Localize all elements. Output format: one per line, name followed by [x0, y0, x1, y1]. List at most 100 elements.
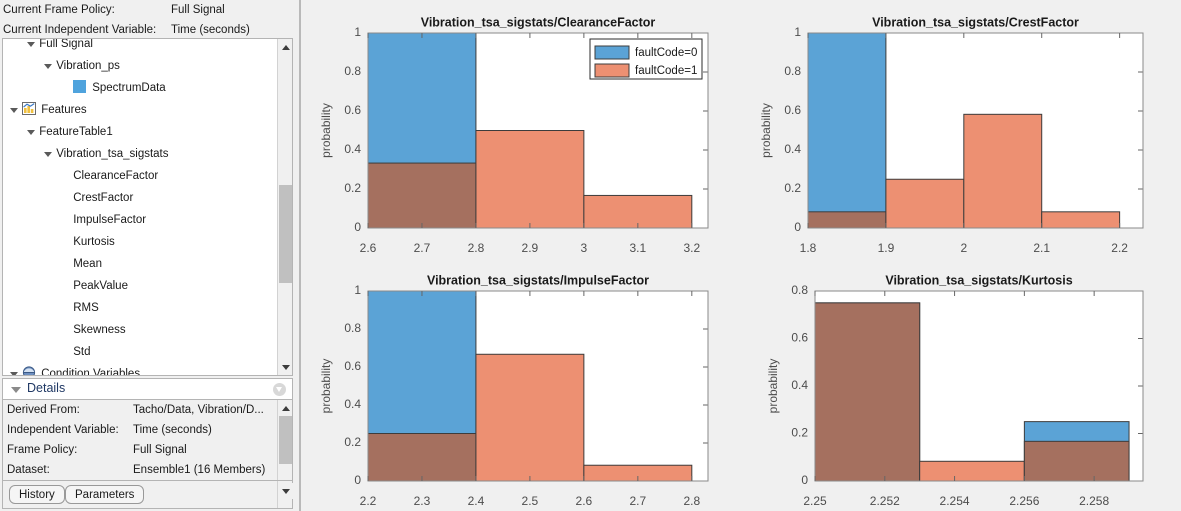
- tree-item-features[interactable]: Features: [3, 99, 278, 121]
- x-tick-label: 2: [960, 241, 967, 255]
- chart-title: Vibration_tsa_sigstats/ClearanceFactor: [421, 15, 656, 29]
- expand-triangle-icon[interactable]: [9, 363, 19, 375]
- y-tick-label: 1: [354, 283, 361, 297]
- details-rows: Derived From: Tacho/Data, Vibration/D... I…: [3, 400, 292, 480]
- y-tick-label: 0.8: [344, 321, 361, 335]
- tree-item-spectrumdata[interactable]: SpectrumData: [3, 77, 278, 99]
- bar-faultcode-1: [1041, 211, 1121, 229]
- tree-item-skewness[interactable]: Skewness: [3, 319, 278, 341]
- y-tick-label: 0.6: [791, 331, 808, 345]
- x-tick-label: 2.7: [629, 494, 646, 508]
- details-scroll-up-button[interactable]: [278, 400, 292, 416]
- expand-triangle-icon[interactable]: [43, 55, 53, 77]
- bar-faultcode-1: [885, 178, 965, 229]
- details-options-icon[interactable]: [273, 383, 286, 396]
- tree-scroll-down-button[interactable]: [278, 359, 292, 375]
- x-tick-label: 2.252: [870, 494, 900, 508]
- details-tab-bar: History Parameters: [2, 481, 293, 509]
- y-tick-label: 0.2: [344, 435, 361, 449]
- tree-item-label: Std: [73, 346, 91, 358]
- tree-item-kurtosis[interactable]: Kurtosis: [3, 231, 278, 253]
- details-scrollbar-thumb[interactable]: [279, 416, 292, 464]
- x-tick-label: 2.6: [360, 241, 377, 255]
- signal-feature-tree[interactable]: Full Signal Vibration_ps SpectrumData Fe…: [2, 38, 293, 376]
- detail-key: Derived From:: [7, 404, 80, 416]
- x-tick-label: 2.6: [576, 494, 593, 508]
- x-tick-label: 2.1: [1033, 241, 1050, 255]
- tree-item-peakvalue[interactable]: PeakValue: [3, 275, 278, 297]
- histogram-svg: Vibration_tsa_sigstats/Kurtosis probabili…: [766, 273, 1144, 508]
- x-tick-label: 2.254: [940, 494, 970, 508]
- tree-item-vibration-tsa-sigstats[interactable]: Vibration_tsa_sigstats: [3, 143, 278, 165]
- details-title: Details: [27, 381, 66, 395]
- tree-item-label: RMS: [73, 302, 99, 314]
- y-tick-label: 0.6: [344, 103, 361, 117]
- y-tick-label: 1: [354, 25, 361, 39]
- tree-item-clearancefactor[interactable]: ClearanceFactor: [3, 165, 278, 187]
- tree-item-std[interactable]: Std: [3, 341, 278, 363]
- y-tick-label: 0.2: [344, 181, 361, 195]
- current-independent-variable-row: Current Independent Variable: Time (seco…: [0, 21, 300, 39]
- detail-row: Dataset: Ensemble1 (16 Members): [3, 460, 292, 480]
- caret-down-icon: [282, 365, 290, 370]
- bar-overlap: [367, 162, 477, 229]
- x-tick-label: 2.256: [1009, 494, 1039, 508]
- x-tick-label: 2.258: [1079, 494, 1109, 508]
- tree-item-label: Full Signal: [39, 38, 93, 50]
- tree-item-vibration-ps[interactable]: Vibration_ps: [3, 55, 278, 77]
- chart-clearance-factor[interactable]: Vibration_tsa_sigstats/ClearanceFactor pr…: [301, 0, 741, 258]
- y-tick-label: 0.6: [784, 103, 801, 117]
- tree-item-label: Condition Variables: [41, 368, 141, 376]
- expand-triangle-icon[interactable]: [26, 121, 36, 143]
- histogram-plot-area: Vibration_tsa_sigstats/ClearanceFactor pr…: [301, 0, 1181, 511]
- tree-scroll-up-button[interactable]: [278, 39, 292, 55]
- tab-parameters[interactable]: Parameters: [65, 485, 145, 504]
- expand-triangle-icon[interactable]: [43, 143, 53, 165]
- histogram-svg: Vibration_tsa_sigstats/ClearanceFactorpr…: [319, 15, 709, 255]
- x-tick-label: 2.2: [1111, 241, 1128, 255]
- spectrum-color-swatch: [73, 80, 87, 93]
- tree-item-impulsefactor[interactable]: ImpulseFactor: [3, 209, 278, 231]
- details-scrollbar-bottom[interactable]: [277, 481, 293, 508]
- expand-triangle-icon[interactable]: [9, 99, 19, 121]
- bar-faultcode-1: [475, 353, 585, 482]
- tree-item-label: ImpulseFactor: [73, 214, 147, 226]
- details-vertical-scrollbar[interactable]: [277, 400, 292, 480]
- tree-item-condition-variables[interactable]: Condition Variables: [3, 363, 278, 376]
- details-section-header[interactable]: Details: [2, 378, 293, 399]
- tree-item-featuretable1[interactable]: FeatureTable1: [3, 121, 278, 143]
- y-tick-label: 0.8: [791, 283, 808, 297]
- bar-faultcode-1: [475, 130, 585, 229]
- tree-vertical-scrollbar[interactable]: [277, 39, 292, 375]
- x-tick-label: 2.3: [414, 494, 431, 508]
- tree-item-rms[interactable]: RMS: [3, 297, 278, 319]
- tree-item-mean[interactable]: Mean: [3, 253, 278, 275]
- bar-faultcode-1: [963, 113, 1043, 229]
- bar-faultcode-1: [919, 460, 1025, 482]
- tree-item-full-signal[interactable]: Full Signal: [3, 38, 278, 55]
- x-tick-label: 2.7: [414, 241, 431, 255]
- tree-item-label: FeatureTable1: [39, 126, 113, 138]
- y-tick-label: 0: [354, 473, 361, 487]
- details-scroll-down-button[interactable]: [278, 483, 293, 499]
- bar-overlap: [367, 433, 477, 482]
- tree-item-crestfactor[interactable]: CrestFactor: [3, 187, 278, 209]
- x-tick-label: 3.2: [683, 241, 700, 255]
- y-tick-label: 0.6: [344, 359, 361, 373]
- chart-impulse-factor[interactable]: Vibration_tsa_sigstats/ImpulseFactor prob…: [301, 258, 741, 511]
- x-tick-label: 2.5: [522, 494, 539, 508]
- y-tick-label: 0.4: [791, 378, 808, 392]
- tab-history[interactable]: History: [9, 485, 65, 504]
- expand-triangle-icon[interactable]: [26, 39, 36, 55]
- chart-crest-factor[interactable]: Vibration_tsa_sigstats/CrestFactor probab…: [741, 0, 1181, 258]
- legend-label-1: faultCode=1: [635, 65, 697, 77]
- tree-scrollbar-thumb[interactable]: [279, 185, 292, 283]
- collapse-triangle-icon[interactable]: [11, 387, 21, 393]
- chart-kurtosis[interactable]: Vibration_tsa_sigstats/Kurtosis probabili…: [741, 258, 1181, 511]
- current-frame-policy-label: Current Frame Policy:: [3, 4, 115, 16]
- current-settings-header: Current Frame Policy: Full Signal Curren…: [0, 0, 300, 37]
